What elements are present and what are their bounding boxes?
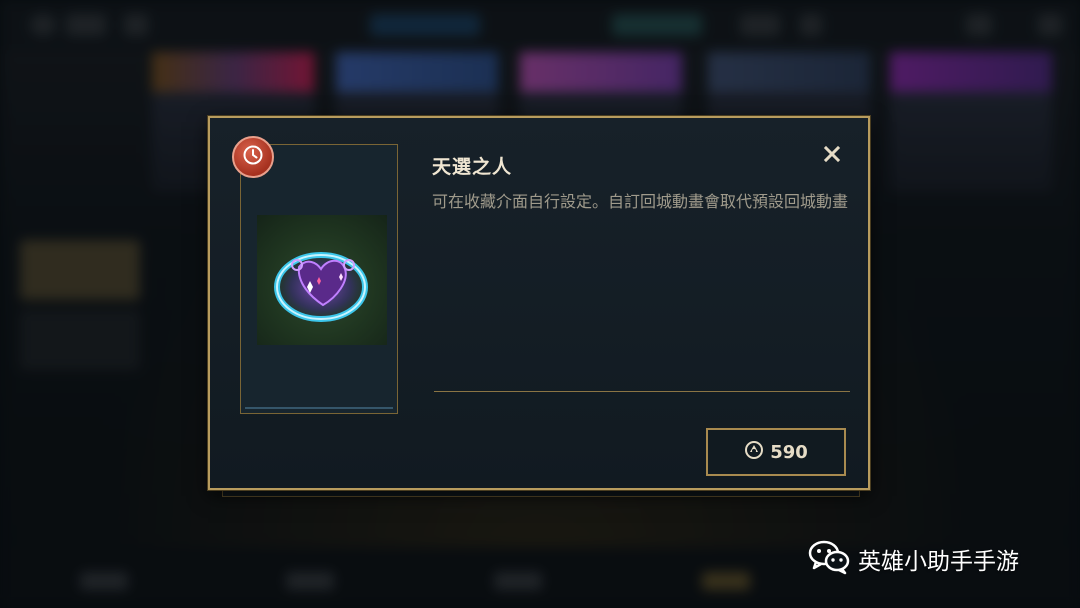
purchase-button[interactable]: 590	[706, 428, 846, 476]
wechat-icon	[808, 539, 850, 579]
close-icon	[823, 145, 841, 167]
item-title: 天選之人	[432, 156, 513, 178]
limited-time-badge	[232, 136, 274, 178]
watermark-text: 英雄小助手手游	[858, 549, 1019, 575]
item-preview-card	[240, 144, 398, 414]
item-detail-dialog: 天選之人 可在收藏介面自行設定。自訂回城動畫會取代預設回城動畫 590	[208, 116, 870, 490]
close-button[interactable]	[818, 142, 846, 170]
rp-coin-icon	[744, 440, 764, 465]
price-label: 590	[770, 441, 808, 463]
divider	[434, 391, 850, 392]
clock-icon	[242, 144, 264, 170]
recall-animation-preview	[257, 215, 387, 345]
watermark: 英雄小助手手游	[808, 540, 1019, 578]
item-description: 可在收藏介面自行設定。自訂回城動畫會取代預設回城動畫	[432, 192, 849, 211]
